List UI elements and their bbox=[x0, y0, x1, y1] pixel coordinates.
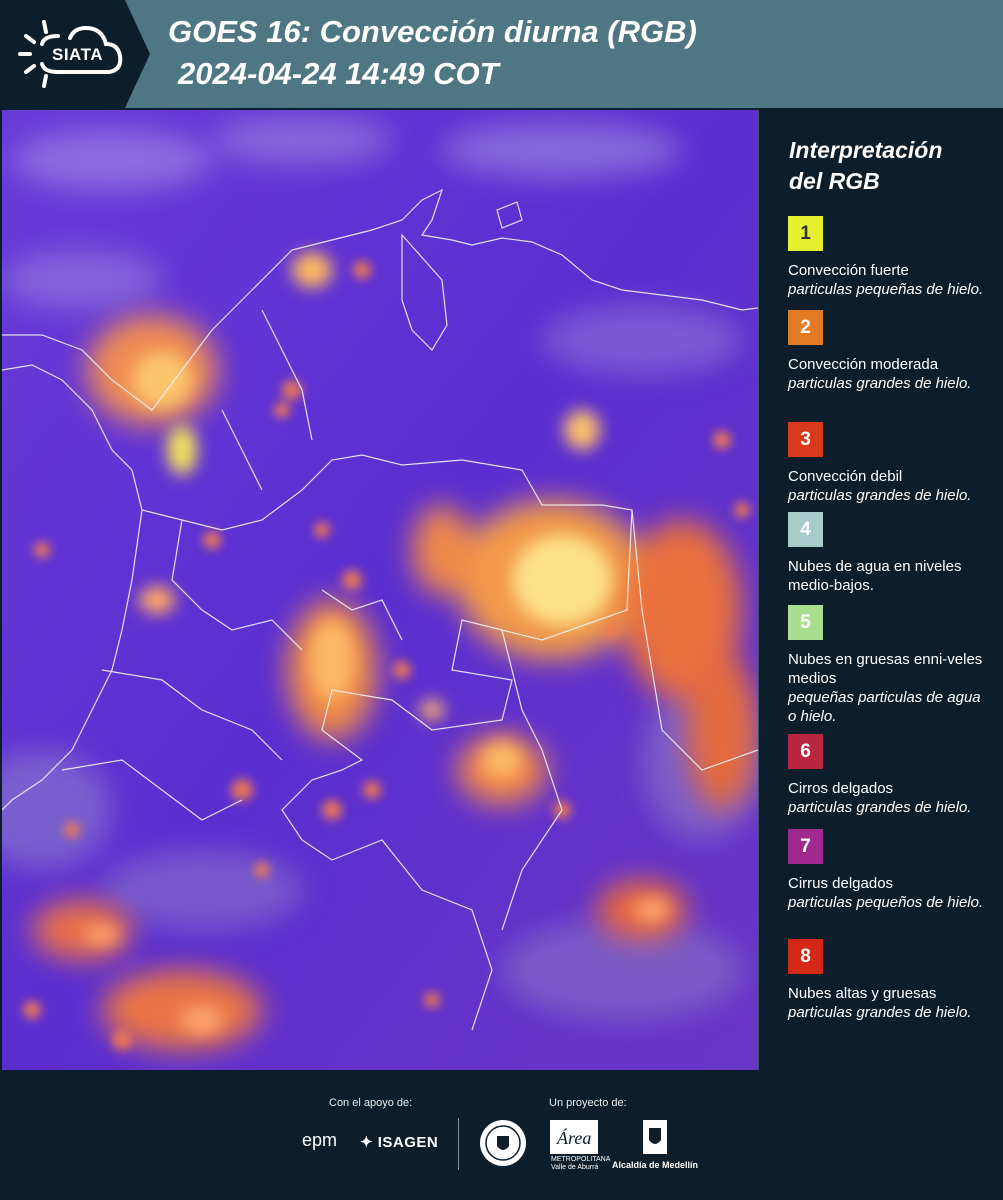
legend-title-line2: del RGB bbox=[789, 168, 880, 194]
legend-swatch-7: 7 bbox=[788, 829, 823, 864]
legend-swatch-1: 1 bbox=[788, 216, 823, 251]
area-subtitle-2: Valle de Aburrá bbox=[551, 1164, 599, 1171]
epm-logo: epm bbox=[302, 1130, 337, 1151]
siata-logo-text: SIATA bbox=[52, 45, 103, 64]
legend-item-2: 2 Convección moderada particulas grandes… bbox=[788, 310, 993, 393]
legend-item-4: 4 Nubes de agua en niveles medio-bajos. bbox=[788, 512, 993, 595]
legend-swatch-8: 8 bbox=[788, 939, 823, 974]
isagen-icon: ✦ bbox=[360, 1134, 378, 1151]
legend-label-8: Nubes altas y gruesas bbox=[788, 985, 937, 1002]
page-timestamp: 2024-04-24 14:49 COT bbox=[178, 56, 499, 91]
support-label: Con el apoyo de: bbox=[329, 1097, 413, 1109]
page-title: GOES 16: Convección diurna (RGB) bbox=[168, 14, 697, 49]
legend-label-1: Convección fuerte bbox=[788, 262, 909, 279]
legend-item-7: 7 Cirrus delgados particulas pequeños de… bbox=[788, 829, 993, 912]
legend-item-3: 3 Convección debil particulas grandes de… bbox=[788, 422, 993, 505]
isagen-logo-text: ISAGEN bbox=[377, 1134, 439, 1151]
legend-title: Interpretación del RGB bbox=[789, 135, 942, 197]
siata-logo: SIATA bbox=[0, 0, 150, 108]
satellite-rgb-map bbox=[2, 110, 759, 1070]
legend-desc-7: particulas pequeños de hielo. bbox=[788, 894, 984, 911]
satellite-image bbox=[2, 110, 758, 1070]
legend-desc-1: particulas pequeñas de hielo. bbox=[788, 281, 984, 298]
legend-swatch-2: 2 bbox=[788, 310, 823, 345]
area-metropolitana-text: METROPOLITANA Valle de Aburrá bbox=[551, 1156, 610, 1172]
legend-desc-6: particulas grandes de hielo. bbox=[788, 799, 972, 816]
epm-logo-text: epm bbox=[302, 1130, 338, 1150]
legend-label-6: Cirros delgados bbox=[788, 780, 894, 797]
legend-label-3: Convección debil bbox=[788, 468, 903, 485]
legend-swatch-4: 4 bbox=[788, 512, 823, 547]
legend-item-8: 8 Nubes altas y gruesas particulas grand… bbox=[788, 939, 993, 1022]
legend-desc-8: particulas grandes de hielo. bbox=[788, 1004, 972, 1021]
legend-label-2: Convección moderada bbox=[788, 356, 939, 373]
legend-item-1: 1 Convección fuerte particulas pequeñas … bbox=[788, 216, 993, 299]
legend-desc-2: particulas grandes de hielo. bbox=[788, 375, 972, 392]
legend-label-7: Cirrus delgados bbox=[788, 875, 894, 892]
footer-divider bbox=[458, 1118, 459, 1170]
header-bar: SIATA GOES 16: Convección diurna (RGB) 2… bbox=[0, 0, 1003, 108]
project-label: Un proyecto de: bbox=[549, 1097, 627, 1109]
area-subtitle-1: METROPOLITANA bbox=[551, 1156, 611, 1163]
legend-item-5: 5 Nubes en gruesas enni-veles medios peq… bbox=[788, 605, 993, 726]
legend-desc-5: pequeñas particulas de agua o hielo. bbox=[788, 689, 981, 725]
legend-item-6: 6 Cirros delgados particulas grandes de … bbox=[788, 734, 993, 817]
legend-label-5: Nubes en gruesas enni-veles medios bbox=[788, 651, 983, 687]
area-logo-text: Área bbox=[556, 1127, 591, 1148]
medellin-seal-icon bbox=[480, 1120, 526, 1166]
alcaldia-shield-icon bbox=[643, 1120, 667, 1154]
area-metropolitana-logo: Área bbox=[550, 1120, 598, 1154]
alcaldia-text: Alcaldía de Medellín bbox=[612, 1160, 699, 1170]
isagen-logo: ✦ ISAGEN bbox=[360, 1133, 438, 1151]
legend-label-4: Nubes de agua en niveles medio-bajos. bbox=[788, 558, 962, 594]
legend-swatch-5: 5 bbox=[788, 605, 823, 640]
legend-desc-3: particulas grandes de hielo. bbox=[788, 487, 972, 504]
legend-title-line1: Interpretación bbox=[789, 137, 943, 163]
legend-swatch-3: 3 bbox=[788, 422, 823, 457]
legend-swatch-6: 6 bbox=[788, 734, 823, 769]
